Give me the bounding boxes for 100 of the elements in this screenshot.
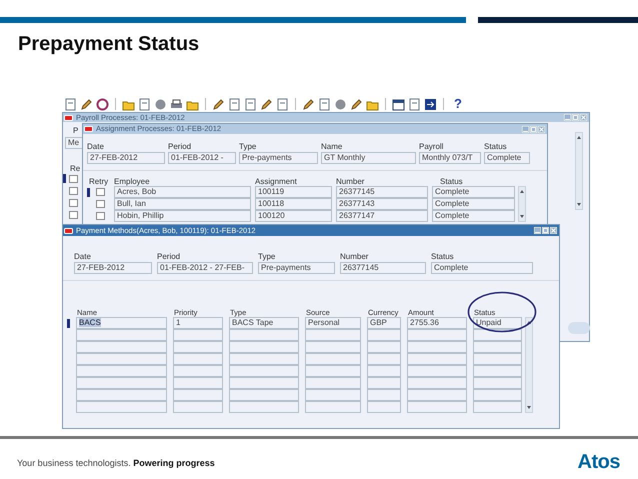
- cell-field[interactable]: [76, 329, 167, 341]
- cell-field[interactable]: [173, 353, 223, 365]
- cell-field[interactable]: [367, 329, 401, 341]
- maximize-button[interactable]: [572, 114, 579, 121]
- checkbox[interactable]: [69, 198, 78, 206]
- scrollbar[interactable]: [525, 317, 533, 413]
- cell-field[interactable]: 1: [173, 317, 223, 329]
- cell-field[interactable]: [173, 365, 223, 377]
- round-button[interactable]: [568, 322, 590, 334]
- text-field[interactable]: GT Monthly: [321, 152, 416, 164]
- cell-field[interactable]: [407, 353, 467, 365]
- document-icon[interactable]: [64, 98, 77, 110]
- cell-field[interactable]: [473, 353, 522, 365]
- cell-field[interactable]: [473, 401, 522, 413]
- cell-field[interactable]: [367, 341, 401, 353]
- cell-field[interactable]: 26377145: [336, 186, 428, 198]
- checkbox[interactable]: [69, 186, 78, 194]
- text-field[interactable]: 27-FEB-2012: [74, 262, 152, 274]
- cell-field[interactable]: [407, 329, 467, 341]
- cell-field[interactable]: [305, 353, 361, 365]
- cell-field[interactable]: [473, 389, 522, 401]
- text-field[interactable]: 01-FEB-2012 -: [168, 152, 236, 164]
- cell-field[interactable]: [229, 353, 299, 365]
- text-field[interactable]: 27-FEB-2012: [87, 152, 165, 164]
- cell-field[interactable]: [173, 329, 223, 341]
- cell-field[interactable]: [76, 353, 167, 365]
- cell-field[interactable]: [367, 353, 401, 365]
- cell-field[interactable]: [305, 377, 361, 389]
- cell-field[interactable]: Complete: [432, 210, 515, 222]
- cell-field[interactable]: [229, 401, 299, 413]
- cell-field[interactable]: Acres, Bob: [114, 186, 251, 198]
- text-field[interactable]: 26377145: [340, 262, 426, 274]
- cell-field[interactable]: [229, 341, 299, 353]
- text-field[interactable]: Pre-payments: [258, 262, 335, 274]
- cell-field[interactable]: [229, 329, 299, 341]
- cell-field[interactable]: [229, 389, 299, 401]
- cell-field[interactable]: [407, 401, 467, 413]
- help-button[interactable]: ?: [454, 97, 462, 111]
- document-icon[interactable]: [138, 98, 151, 110]
- cell-field[interactable]: [229, 365, 299, 377]
- document-icon[interactable]: [228, 98, 241, 110]
- cell-field[interactable]: [305, 329, 361, 341]
- text-field[interactable]: Pre-payments: [239, 152, 318, 164]
- cell-field[interactable]: 100120: [255, 210, 332, 222]
- cell-field[interactable]: [473, 365, 522, 377]
- cell-field[interactable]: [173, 341, 223, 353]
- cell-field[interactable]: Personal: [305, 317, 361, 329]
- scrollbar[interactable]: [575, 132, 583, 210]
- calendar-icon[interactable]: [392, 98, 405, 110]
- cell-field[interactable]: [473, 329, 522, 341]
- cell-field[interactable]: [367, 365, 401, 377]
- printer-icon[interactable]: [170, 98, 183, 110]
- cell-field[interactable]: BACS: [76, 317, 167, 329]
- cell-field[interactable]: [76, 389, 167, 401]
- cell-field[interactable]: [367, 377, 401, 389]
- cell-field[interactable]: 100118: [255, 198, 332, 210]
- cell-field[interactable]: [173, 389, 223, 401]
- close-button[interactable]: [550, 227, 557, 234]
- cell-field[interactable]: [473, 377, 522, 389]
- cell-field[interactable]: Unpaid: [473, 317, 522, 329]
- checkbox[interactable]: [96, 212, 105, 220]
- text-field[interactable]: Complete: [484, 152, 530, 164]
- scrollbar[interactable]: [518, 186, 526, 222]
- text-field[interactable]: Monthly 073/T: [419, 152, 481, 164]
- cell-field[interactable]: [473, 341, 522, 353]
- cell-field[interactable]: Complete: [432, 198, 515, 210]
- cell-field[interactable]: Complete: [432, 186, 515, 198]
- document-icon[interactable]: [244, 98, 257, 110]
- cell-field[interactable]: [407, 389, 467, 401]
- checkbox[interactable]: [69, 210, 78, 218]
- cell-field[interactable]: 100119: [255, 186, 332, 198]
- cell-field[interactable]: [407, 341, 467, 353]
- document-icon[interactable]: [318, 98, 331, 110]
- cell-field[interactable]: [229, 377, 299, 389]
- text-field[interactable]: Complete: [431, 262, 533, 274]
- checkbox[interactable]: [96, 188, 105, 196]
- cell-field[interactable]: Hobin, Phillip: [114, 210, 251, 222]
- circle-icon[interactable]: [154, 98, 167, 110]
- cell-field[interactable]: [305, 341, 361, 353]
- cell-field[interactable]: [76, 341, 167, 353]
- cell-field[interactable]: [76, 401, 167, 413]
- checkbox[interactable]: [96, 200, 105, 208]
- close-button[interactable]: [580, 114, 587, 121]
- circle-icon[interactable]: [334, 98, 347, 110]
- cell-field[interactable]: [76, 365, 167, 377]
- cell-field[interactable]: 2755.36: [407, 317, 467, 329]
- cell-field[interactable]: BACS Tape: [229, 317, 299, 329]
- cell-field[interactable]: [76, 377, 167, 389]
- cell-field[interactable]: [173, 401, 223, 413]
- checkbox[interactable]: [69, 174, 78, 182]
- cell-field[interactable]: 26377143: [336, 198, 428, 210]
- document-icon[interactable]: [276, 98, 289, 110]
- text-field[interactable]: Me: [65, 137, 83, 149]
- cell-field[interactable]: [367, 389, 401, 401]
- maximize-button[interactable]: [542, 227, 549, 234]
- cell-field[interactable]: [173, 377, 223, 389]
- exit-icon[interactable]: [424, 98, 437, 110]
- cell-field[interactable]: [305, 389, 361, 401]
- text-field[interactable]: 01-FEB-2012 - 27-FEB-: [157, 262, 253, 274]
- stop-icon[interactable]: [96, 98, 109, 110]
